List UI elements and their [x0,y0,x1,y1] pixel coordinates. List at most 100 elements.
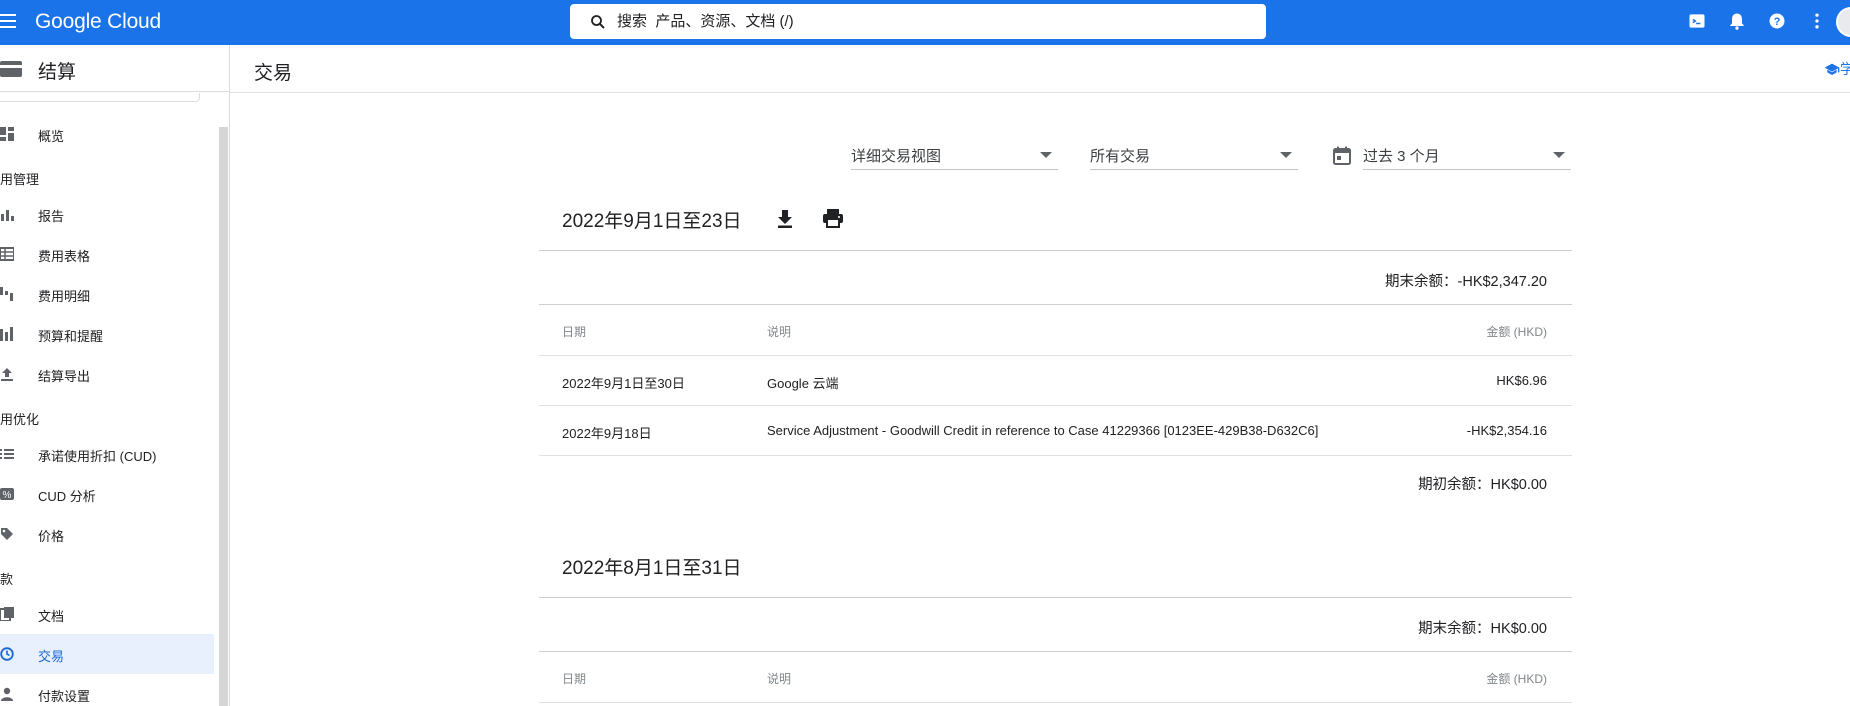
search-input[interactable] [617,13,1217,30]
date-range-select[interactable]: 过去 3 个月 [1363,141,1571,170]
print-icon[interactable] [822,207,844,229]
list-icon [0,449,14,459]
sidebar-item-label: 承诺使用折扣 (CUD) [38,449,157,464]
chevron-down-icon [1280,152,1292,158]
row-amount: -HK$2,354.16 [1466,423,1547,438]
row-date: 2022年9月18日 [562,426,652,441]
tag-icon [1,528,13,540]
sidebar: 概览 用管理 报告 费用表格 费用明细 预算和提醒 结算导出 用优化 承诺使用折… [0,93,229,706]
type-select[interactable]: 所有交易 [1090,141,1298,170]
sidebar-scrollbar[interactable] [219,127,228,706]
sidebar-item-label: 付款设置 [38,689,91,704]
sidebar-item-cost-table[interactable]: 费用表格 [0,234,214,274]
row-description: Google 云端 [767,376,839,391]
bar-chart-icon [1,210,14,221]
sidebar-filter[interactable] [0,93,200,102]
opening-balance: 期初余额：HK$0.00 [1418,477,1547,493]
divider [229,45,230,706]
divider [539,304,1572,305]
sidebar-item-label: 概览 [38,129,65,144]
sidebar-item-label: 费用明细 [38,289,91,304]
sidebar-header: 结算 [0,45,229,92]
help-icon[interactable]: ? [1767,11,1787,31]
divider [539,405,1572,406]
document-icon [0,607,14,621]
waterfall-icon [0,287,13,301]
page-header: 交易 学 [230,45,1850,93]
row-date: 2022年9月1日至30日 [562,376,685,391]
column-header-description: 说明 [767,325,792,339]
svg-text:%: % [3,490,12,501]
menu-icon[interactable] [0,13,16,29]
sidebar-item-pricing[interactable]: 价格 [0,514,214,554]
divider [539,455,1572,456]
type-select-value: 所有交易 [1090,148,1151,165]
section-header-cost-optimization: 用优化 [0,412,40,427]
view-select-value: 详细交易视图 [851,148,942,165]
divider [539,651,1572,652]
avatar[interactable] [1836,7,1850,37]
sidebar-item-payment-settings[interactable]: 付款设置 [0,674,214,706]
page-title: 交易 [254,63,293,84]
section-header-cost-management: 用管理 [0,172,40,187]
sidebar-item-billing-export[interactable]: 结算导出 [0,354,214,394]
percent-icon: % [0,488,14,501]
search-bar[interactable] [570,4,1266,39]
calendar-icon[interactable] [1332,146,1352,166]
divider [539,702,1572,703]
learn-link[interactable]: 学 [1824,59,1850,79]
sidebar-item-documents[interactable]: 文档 [0,594,214,634]
row-amount: HK$6.96 [1496,373,1547,388]
notifications-icon[interactable] [1727,11,1747,31]
table-icon [0,247,14,261]
dashboard-icon [0,127,14,141]
period-title: 2022年9月1日至23日 [562,211,742,232]
upload-icon [1,368,13,381]
sidebar-item-label: 价格 [38,529,65,544]
svg-text:?: ? [1774,16,1781,28]
sidebar-item-label: 交易 [38,649,65,664]
sidebar-item-transactions[interactable]: 交易 [0,634,214,674]
view-select[interactable]: 详细交易视图 [851,141,1058,170]
download-icon[interactable] [774,207,796,229]
column-header-date: 日期 [562,672,587,686]
column-header-description: 说明 [767,672,792,686]
sidebar-item-label: 结算导出 [38,369,91,384]
closing-balance: 期末余额：-HK$2,347.20 [1385,274,1547,290]
column-header-amount: 金额 (HKD) [1486,672,1547,686]
sidebar-item-overview[interactable]: 概览 [0,114,214,154]
sidebar-item-label: 文档 [38,609,65,624]
date-range-value: 过去 3 个月 [1363,148,1440,165]
chevron-down-icon [1040,152,1052,158]
sidebar-item-budgets[interactable]: 预算和提醒 [0,314,214,354]
google-cloud-logo[interactable]: Google Cloud [35,10,161,34]
clock-icon [0,647,14,661]
sidebar-item-cud[interactable]: 承诺使用折扣 (CUD) [0,434,214,474]
school-icon [1824,63,1840,75]
cloud-shell-icon[interactable] [1687,11,1707,31]
column-header-date: 日期 [562,325,587,339]
divider [539,597,1572,598]
top-bar: Google Cloud ? [0,0,1850,45]
learn-label: 学 [1840,61,1850,77]
sidebar-item-label: 预算和提醒 [38,329,104,344]
closing-balance: 期末余额：HK$0.00 [1418,621,1547,637]
sidebar-title: 结算 [38,62,77,83]
sidebar-item-label: 报告 [38,209,65,224]
sidebar-item-label: 费用表格 [38,249,91,264]
more-vert-icon[interactable] [1807,11,1827,31]
sidebar-item-cud-analysis[interactable]: % CUD 分析 [0,474,214,514]
section-header-payments: 款 [0,572,14,587]
period-title: 2022年8月1日至31日 [562,558,742,579]
search-icon [591,14,605,29]
divider [539,355,1572,356]
sidebar-item-reports[interactable]: 报告 [0,194,214,234]
person-icon [1,687,13,701]
column-header-amount: 金额 (HKD) [1486,325,1547,339]
sidebar-item-cost-breakdown[interactable]: 费用明细 [0,274,214,314]
billing-icon [0,61,22,77]
row-description: Service Adjustment - Goodwill Credit in … [767,423,1319,438]
sidebar-item-label: CUD 分析 [38,489,96,504]
chevron-down-icon [1553,152,1565,158]
budget-icon [0,327,13,341]
